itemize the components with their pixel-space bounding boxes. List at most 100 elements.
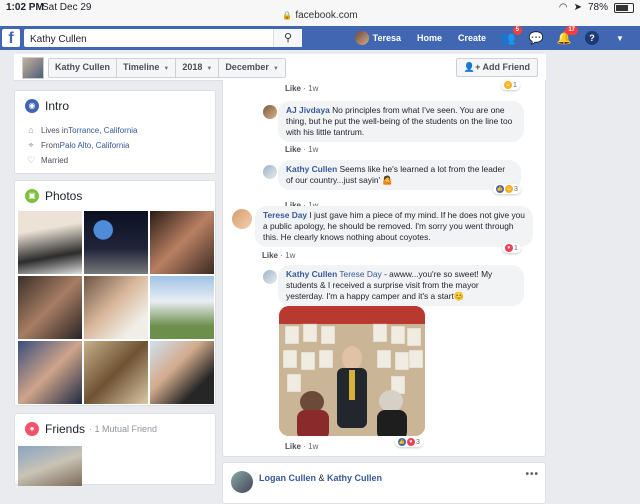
photo-thumb[interactable] (150, 341, 214, 404)
next-post-card: Logan Cullen & Kathy Cullen ••• (222, 462, 546, 504)
avatar[interactable] (232, 209, 252, 229)
commenter-name[interactable]: Terese Day (263, 210, 307, 220)
like-reaction-icon: 👍 (496, 185, 504, 193)
love-reaction-icon: ♥ (505, 244, 513, 252)
account-menu-icon[interactable]: ▼ (612, 30, 628, 46)
search-icon: ⚲ (283, 32, 293, 44)
post-author-link[interactable]: Logan Cullen (259, 473, 316, 483)
comment-bubble: Kathy Cullen Terese Day - awww...you're … (278, 265, 524, 306)
nav-create-link[interactable]: Create (458, 33, 486, 43)
commenter-name[interactable]: Kathy Cullen (286, 269, 337, 279)
intro-relationship: ♡ Married (26, 155, 69, 165)
battery-icon (614, 2, 634, 13)
ios-status-bar: 1:02 PM Sat Dec 29 🔒 facebook.com ◠ ➤ 78% (0, 0, 640, 26)
url-text: facebook.com (295, 10, 358, 21)
intro-from: ⌖ From Palo Alto, California (25, 140, 130, 151)
intro-title: ◉ Intro (25, 99, 69, 113)
crumb-month[interactable]: December ▼ (219, 59, 285, 77)
friend-requests-badge: 5 (512, 26, 522, 35)
friend-thumb[interactable] (18, 446, 82, 486)
comment-actions: Like · 1w (285, 145, 319, 154)
chevron-down-icon: ▼ (163, 66, 170, 72)
add-person-icon: 👤+ (463, 62, 481, 72)
friends-card: ● Friends · 1 Mutual Friend (14, 413, 216, 486)
lock-icon: 🔒 (282, 11, 293, 20)
heart-icon: ♡ (26, 155, 36, 165)
wow-reaction-icon: ☺ (505, 185, 513, 193)
reaction-summary[interactable]: ☺ 1 (501, 80, 520, 90)
like-link[interactable]: Like (285, 145, 301, 154)
mention-link[interactable]: Terese Day (339, 269, 381, 279)
reaction-summary[interactable]: 👍 ♥ 3 (395, 437, 423, 447)
more-options-icon[interactable]: ••• (525, 469, 539, 480)
comment-actions: Like · 1w (262, 251, 296, 260)
chevron-down-icon: ▼ (272, 66, 279, 72)
avatar[interactable] (263, 105, 277, 119)
avatar[interactable] (231, 471, 253, 493)
commenter-name[interactable]: Kathy Cullen (286, 164, 337, 174)
reaction-summary[interactable]: ♥ 1 (502, 243, 521, 253)
notifications-icon[interactable]: 🔔 17 (556, 26, 578, 46)
nav-profile-link[interactable]: Teresa (373, 33, 401, 43)
intro-card: ◉ Intro ⌂ Lives in Torrance, California ⌖ F… (14, 90, 216, 174)
breadcrumb: Kathy Cullen Timeline ▼ 2018 ▼ December ▼ (48, 58, 286, 78)
photo-thumb[interactable] (18, 211, 82, 274)
post-header: Logan Cullen & Kathy Cullen (259, 473, 383, 483)
timeline-nav-bar: Kathy Cullen Timeline ▼ 2018 ▼ December ▼ 👤… (14, 54, 546, 81)
photo-thumb[interactable] (84, 341, 148, 404)
intro-lives-in: ⌂ Lives in Torrance, California (25, 125, 137, 135)
photo-icon: ▣ (25, 189, 39, 203)
location-icon: ➤ (573, 2, 582, 13)
photo-thumb[interactable] (18, 341, 82, 404)
avatar[interactable] (263, 270, 277, 284)
photo-grid (18, 211, 214, 404)
haha-reaction-icon: ☺ (504, 81, 512, 89)
friends-icon: ● (25, 422, 39, 436)
lives-city-link[interactable]: Torrance, California (68, 126, 137, 135)
facebook-top-nav: f ⚲ Teresa Home Create 👥5 💬 🔔17 ? ▼ (0, 26, 640, 50)
photo-thumb[interactable] (18, 276, 82, 339)
nav-right: Teresa Home Create 👥 5 💬 🔔 17 ? ▼ (354, 26, 634, 50)
photo-thumb[interactable] (150, 211, 214, 274)
friends-title[interactable]: ● Friends · 1 Mutual Friend (25, 422, 157, 436)
photo-thumb[interactable] (84, 211, 148, 274)
mutual-friends-count: · 1 Mutual Friend (89, 424, 158, 434)
avatar[interactable] (263, 165, 277, 179)
search-input[interactable] (24, 30, 281, 49)
search-button[interactable]: ⚲ (273, 29, 302, 47)
notifications-badge: 17 (565, 26, 578, 35)
help-button[interactable]: ? (584, 30, 600, 46)
messenger-icon[interactable]: 💬 (528, 30, 544, 46)
chevron-down-icon: ▼ (206, 66, 213, 72)
commenter-name[interactable]: AJ Jivdaya (286, 105, 330, 115)
location-pin-icon: ⌖ (28, 140, 34, 150)
search-box: ⚲ (24, 29, 302, 49)
nav-home-link[interactable]: Home (417, 33, 442, 43)
facebook-logo-icon[interactable]: f (2, 29, 20, 47)
crumb-year[interactable]: 2018 ▼ (176, 59, 220, 77)
comment-actions: Like · 1w (285, 442, 319, 451)
reaction-summary[interactable]: 👍 ☺ 3 (493, 184, 521, 194)
photos-card: ▣ Photos (14, 180, 216, 406)
help-icon: ? (585, 31, 599, 45)
profile-thumbnail[interactable] (22, 57, 44, 79)
like-link[interactable]: Like (262, 251, 278, 260)
post-tagged-link[interactable]: Kathy Cullen (327, 473, 382, 483)
comment-bubble: AJ Jivdaya No principles from what I've … (278, 101, 524, 142)
comment-bubble: Terese Day I just gave him a piece of my… (255, 206, 533, 247)
add-friend-button[interactable]: 👤+ Add Friend (455, 58, 538, 77)
crumb-timeline[interactable]: Timeline ▼ (117, 59, 177, 77)
like-link[interactable]: Like (285, 84, 301, 93)
avatar[interactable] (354, 31, 369, 45)
from-city-link[interactable]: Palo Alto, California (60, 141, 130, 150)
status-right: ◠ ➤ 78% (559, 2, 634, 13)
crumb-profile[interactable]: Kathy Cullen (49, 59, 118, 77)
friend-requests-icon[interactable]: 👥 5 (500, 26, 522, 46)
photo-thumb[interactable] (84, 276, 148, 339)
globe-icon: ◉ (25, 99, 39, 113)
address-bar[interactable]: 🔒 facebook.com (0, 10, 640, 21)
photos-title[interactable]: ▣ Photos (25, 189, 82, 203)
comment-photo[interactable] (279, 306, 425, 436)
photo-thumb[interactable] (150, 276, 214, 339)
like-link[interactable]: Like (285, 442, 301, 451)
